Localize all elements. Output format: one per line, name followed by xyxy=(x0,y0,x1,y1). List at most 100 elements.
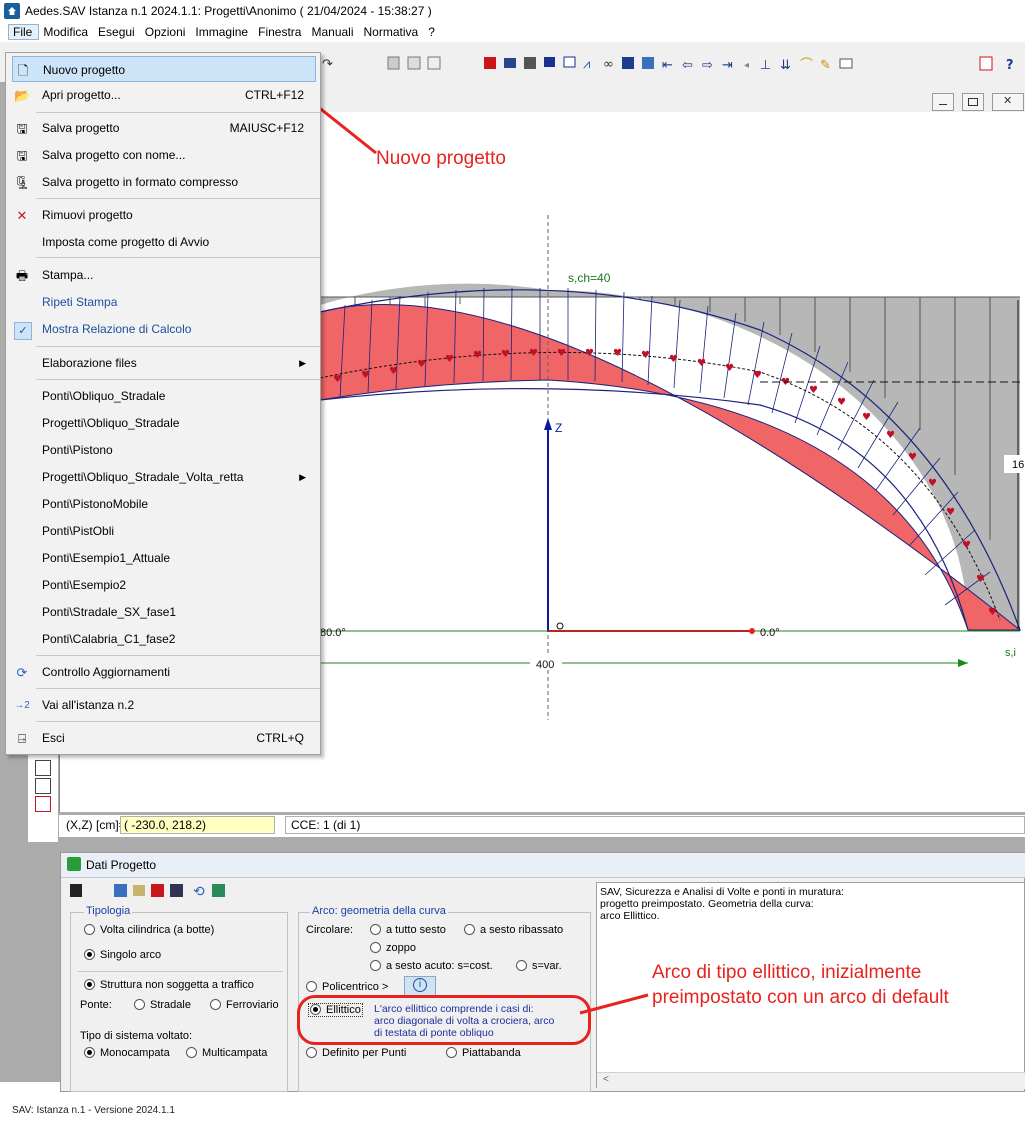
radio-sesto-acuto[interactable]: a sesto acuto: s=cost. xyxy=(370,960,493,972)
svg-text:♥: ♥ xyxy=(725,363,734,374)
height-label: 16 xyxy=(1012,459,1024,471)
grid-blue-icon xyxy=(114,884,127,897)
radio-zoppo[interactable]: zoppo xyxy=(370,942,416,954)
annotation-ellipse-line1: Arco di tipo ellittico, inizialmente xyxy=(652,962,922,983)
open-folder-icon: 📂 xyxy=(14,88,31,103)
ellittico-highlight xyxy=(297,995,591,1045)
radio-tutto-sesto[interactable]: a tutto sesto xyxy=(370,924,446,936)
menu-item-vai-istanza-2[interactable]: →2 Vai all'istanza n.2 xyxy=(12,692,316,718)
z-axis-label: Z xyxy=(555,421,562,435)
svg-text:♥: ♥ xyxy=(886,430,895,441)
printer-icon: 🖶 xyxy=(15,268,29,283)
radio-s-var[interactable]: s=var. xyxy=(516,960,562,972)
radio-monocampata[interactable]: Monocampata xyxy=(84,1047,170,1059)
svg-text:♥: ♥ xyxy=(557,348,566,359)
menu-item-recent-7[interactable]: Ponti\Esempio1_Attuale xyxy=(12,545,316,571)
svg-text:♥: ♥ xyxy=(417,359,426,370)
annotation-arrow-bottom xyxy=(579,993,649,1015)
radio-multicampata[interactable]: Multicampata xyxy=(186,1047,267,1059)
radio-struttura-non-traffico[interactable]: Struttura non soggetta a traffico xyxy=(84,979,254,991)
tipologia-legend: Tipologia xyxy=(84,905,133,917)
resize-icon[interactable] xyxy=(35,778,51,794)
new-document-icon: 🗋 xyxy=(17,63,29,78)
menu-item-recent-10[interactable]: Ponti\Calabria_C1_fase2 xyxy=(12,626,316,652)
svg-text:♥: ♥ xyxy=(641,350,650,361)
springing-label: s,i xyxy=(1005,647,1016,659)
monitor-icon xyxy=(170,884,183,897)
radio-stradale[interactable]: Stradale xyxy=(134,999,191,1011)
angle-right-label: 0.0° xyxy=(760,627,780,639)
svg-text:♥: ♥ xyxy=(988,607,997,618)
menu-item-nuovo-progetto[interactable]: 🗋 Nuovo progetto xyxy=(12,56,316,82)
span-label: 400 xyxy=(536,659,554,671)
radio-piattabanda[interactable]: Piattabanda xyxy=(446,1047,521,1059)
menu-item-salva-compresso[interactable]: 🗜 Salva progetto in formato compresso xyxy=(12,169,316,195)
target-icon[interactable] xyxy=(35,796,51,812)
photo-icon xyxy=(133,885,145,896)
menu-item-imposta-avvio[interactable]: Imposta come progetto di Avvio xyxy=(12,229,316,255)
submenu-arrow-icon: ▶ xyxy=(299,472,306,482)
info-horizontal-scrollbar[interactable]: < xyxy=(597,1072,1025,1089)
menu-item-elaborazione-files[interactable]: Elaborazione files ▶ xyxy=(12,350,316,376)
floppy-disk-icon: 🖫 xyxy=(16,121,28,136)
status-text: SAV: Istanza n.1 - Versione 2024.1.1 xyxy=(12,1105,175,1116)
svg-text:♥: ♥ xyxy=(585,348,594,359)
radio-sesto-ribassato[interactable]: a sesto ribassato xyxy=(464,924,563,936)
submenu-arrow-icon: ▶ xyxy=(299,358,306,368)
angle-left-label: 80.0° xyxy=(320,627,346,639)
menu-item-recent-5[interactable]: Ponti\PistonoMobile xyxy=(12,491,316,517)
menu-item-recent-2[interactable]: Progetti\Obliquo_Stradale xyxy=(12,410,316,436)
menu-item-recent-4[interactable]: Progetti\Obliquo_Stradale_Volta_retta ▶ xyxy=(12,464,316,490)
radio-definito-punti[interactable]: Definito per Punti xyxy=(306,1047,406,1059)
dati-progetto-title: Dati Progetto xyxy=(86,858,157,872)
cce-indicator: CCE: 1 (di 1) xyxy=(285,816,1025,834)
project-info-box: SAV, Sicurezza e Analisi di Volte e pont… xyxy=(596,882,1025,1088)
svg-text:♥: ♥ xyxy=(361,370,370,381)
menu-item-recent-1[interactable]: Ponti\Obliquo_Stradale xyxy=(12,383,316,409)
svg-text:♥: ♥ xyxy=(445,354,454,365)
svg-text:♥: ♥ xyxy=(976,574,985,585)
sync-icon: ⟲ xyxy=(193,884,205,900)
dati-progetto-header xyxy=(61,853,1025,878)
info-icon[interactable]: i xyxy=(404,976,436,996)
red-x-icon: ✕ xyxy=(16,208,28,223)
menu-item-recent-9[interactable]: Ponti\Stradale_SX_fase1 xyxy=(12,599,316,625)
svg-text:♥: ♥ xyxy=(753,370,762,381)
crown-thickness-label: s,ch=40 xyxy=(568,271,611,285)
svg-text:♥: ♥ xyxy=(908,452,917,463)
menu-item-esci[interactable]: ⍈ Esci CTRL+Q xyxy=(12,725,316,751)
radio-volta-cilindrica[interactable]: Volta cilindrica (a botte) xyxy=(84,924,214,936)
menu-item-recent-3[interactable]: Ponti\Pistono xyxy=(12,437,316,463)
dati-toolbar[interactable]: ⟲ xyxy=(66,880,296,902)
menu-item-recent-6[interactable]: Ponti\PistObli xyxy=(12,518,316,544)
menu-item-ripeti-stampa[interactable]: Ripeti Stampa xyxy=(12,289,316,315)
image-icon xyxy=(212,884,225,897)
zoom-icon[interactable] xyxy=(35,760,51,776)
annotation-ellipse-line2: preimpostato con un arco di default xyxy=(652,987,949,1008)
svg-text:♥: ♥ xyxy=(613,348,622,359)
radio-singolo-arco[interactable]: Singolo arco xyxy=(84,949,161,961)
menu-item-recent-8[interactable]: Ponti\Esempio2 xyxy=(12,572,316,598)
svg-text:♥: ♥ xyxy=(501,349,510,360)
compressed-save-icon: 🗜 xyxy=(14,175,31,190)
ponte-label: Ponte: xyxy=(80,999,112,1011)
coordinate-value: ( -230.0, 218.2) xyxy=(120,816,275,834)
chart-icon xyxy=(151,884,164,897)
radio-policentrico[interactable]: Policentrico > xyxy=(306,981,388,993)
arco-legend: Arco: geometria della curva xyxy=(310,905,448,917)
refresh-icon: ⟳ xyxy=(16,665,28,680)
menu-item-controllo-aggiornamenti[interactable]: ⟳ Controllo Aggiornamenti xyxy=(12,659,316,685)
menu-item-rimuovi-progetto[interactable]: ✕ Rimuovi progetto xyxy=(12,202,316,228)
tipo-sistema-label: Tipo di sistema voltato: xyxy=(80,1030,193,1042)
radio-ferroviario[interactable]: Ferroviario xyxy=(210,999,279,1011)
menu-item-apri-progetto[interactable]: 📂 Apri progetto... CTRL+F12 xyxy=(12,82,316,108)
checkmark-icon: ✓ xyxy=(14,322,32,340)
svg-text:♥: ♥ xyxy=(809,385,818,396)
menu-item-salva-progetto[interactable]: 🖫 Salva progetto MAIUSC+F12 xyxy=(12,115,316,141)
home-icon xyxy=(67,857,81,871)
circolare-label: Circolare: xyxy=(306,924,354,936)
menu-item-salva-con-nome[interactable]: 🖫 Salva progetto con nome... xyxy=(12,142,316,168)
menu-item-stampa[interactable]: 🖶 Stampa... xyxy=(12,262,316,288)
svg-text:♥: ♥ xyxy=(389,366,398,377)
menu-item-mostra-relazione[interactable]: ✓ Mostra Relazione di Calcolo xyxy=(12,316,316,342)
